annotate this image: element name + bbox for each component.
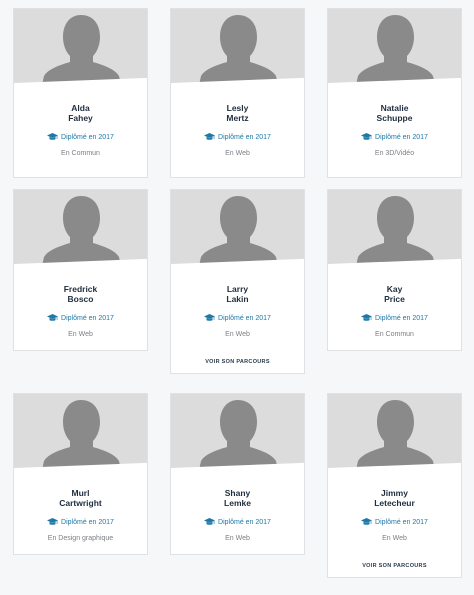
graduation-info: Diplômé en 2017 (328, 314, 461, 322)
last-name: Schuppe (376, 113, 413, 123)
graduation-cap-icon (204, 314, 216, 321)
avatar (14, 394, 147, 470)
last-name: Bosco (67, 294, 94, 304)
graduation-info: Diplômé en 2017 (14, 133, 147, 141)
graduation-year: Diplômé en 2017 (218, 133, 271, 141)
field-of-study: En Web (382, 535, 407, 542)
field-of-study: En Commun (61, 150, 100, 157)
avatar (14, 9, 147, 85)
student-card[interactable]: Fredrick Bosco Diplômé en 2017 En Web (13, 189, 148, 351)
avatar (171, 9, 304, 85)
student-card[interactable]: Lesly Mertz Diplômé en 2017 En Web (170, 8, 305, 178)
field-of-study: En Commun (375, 331, 414, 338)
student-card[interactable]: Larry Lakin Diplômé en 2017 En Web VOIR … (170, 189, 305, 374)
avatar (328, 9, 461, 85)
view-profile-link[interactable]: VOIR SON PARCOURS (171, 359, 304, 365)
student-name: Jimmy Letecheur (328, 488, 461, 508)
graduation-cap-icon (47, 518, 59, 525)
avatar (328, 190, 461, 266)
graduation-info: Diplômé en 2017 (171, 133, 304, 141)
student-card[interactable]: Kay Price Diplômé en 2017 En Commun (327, 189, 462, 351)
view-profile-link[interactable]: VOIR SON PARCOURS (328, 563, 461, 569)
graduation-cap-icon (47, 314, 59, 321)
graduation-year: Diplômé en 2017 (375, 518, 428, 526)
first-name: Murl (71, 488, 90, 498)
field-of-study: En Web (225, 150, 250, 157)
last-name: Mertz (226, 113, 249, 123)
first-name: Lesly (226, 103, 249, 113)
graduation-cap-icon (361, 133, 373, 140)
first-name: Larry (226, 284, 249, 294)
student-card[interactable]: Natalie Schuppe Diplômé en 2017 En 3D/Vi… (327, 8, 462, 178)
graduation-cap-icon (361, 518, 373, 525)
field-of-study: En Design graphique (47, 535, 114, 542)
graduation-info: Diplômé en 2017 (14, 518, 147, 526)
last-name: Lemke (224, 498, 251, 508)
field-of-study: En 3D/Vidéo (374, 150, 415, 157)
last-name: Fahey (68, 113, 93, 123)
student-name: Lesly Mertz (171, 103, 304, 123)
student-name: Fredrick Bosco (14, 284, 147, 304)
graduation-year: Diplômé en 2017 (218, 314, 271, 322)
student-card[interactable]: Alda Fahey Diplômé en 2017 En Commun (13, 8, 148, 178)
last-name: Lakin (226, 294, 249, 304)
student-card[interactable]: Shany Lemke Diplômé en 2017 En Web (170, 393, 305, 555)
graduation-year: Diplômé en 2017 (375, 133, 428, 141)
field-of-study: En Web (225, 331, 250, 338)
first-name: Shany (224, 488, 251, 498)
last-name: Letecheur (374, 498, 415, 508)
graduation-info: Diplômé en 2017 (171, 314, 304, 322)
first-name: Kay (386, 284, 403, 294)
graduation-info: Diplômé en 2017 (171, 518, 304, 526)
graduation-year: Diplômé en 2017 (61, 518, 114, 526)
avatar (14, 190, 147, 266)
graduation-year: Diplômé en 2017 (218, 518, 271, 526)
first-name: Natalie (380, 103, 409, 113)
first-name: Alda (71, 103, 90, 113)
student-card[interactable]: Jimmy Letecheur Diplômé en 2017 En Web V… (327, 393, 462, 578)
avatar (171, 394, 304, 470)
graduation-info: Diplômé en 2017 (14, 314, 147, 322)
student-name: Natalie Schuppe (328, 103, 461, 123)
student-name: Murl Cartwright (14, 488, 147, 508)
graduation-cap-icon (204, 133, 216, 140)
student-card[interactable]: Murl Cartwright Diplômé en 2017 En Desig… (13, 393, 148, 555)
graduation-cap-icon (204, 518, 216, 525)
field-of-study: En Web (225, 535, 250, 542)
graduation-year: Diplômé en 2017 (61, 133, 114, 141)
student-name: Kay Price (328, 284, 461, 304)
student-name: Shany Lemke (171, 488, 304, 508)
graduation-cap-icon (47, 133, 59, 140)
avatar (328, 394, 461, 470)
student-name: Larry Lakin (171, 284, 304, 304)
graduation-info: Diplômé en 2017 (328, 518, 461, 526)
graduation-info: Diplômé en 2017 (328, 133, 461, 141)
graduation-cap-icon (361, 314, 373, 321)
first-name: Fredrick (63, 284, 98, 294)
last-name: Price (384, 294, 405, 304)
graduation-year: Diplômé en 2017 (61, 314, 114, 322)
last-name: Cartwright (59, 498, 102, 508)
avatar (171, 190, 304, 266)
student-name: Alda Fahey (14, 103, 147, 123)
field-of-study: En Web (68, 331, 93, 338)
first-name: Jimmy (381, 488, 408, 498)
graduation-year: Diplômé en 2017 (375, 314, 428, 322)
